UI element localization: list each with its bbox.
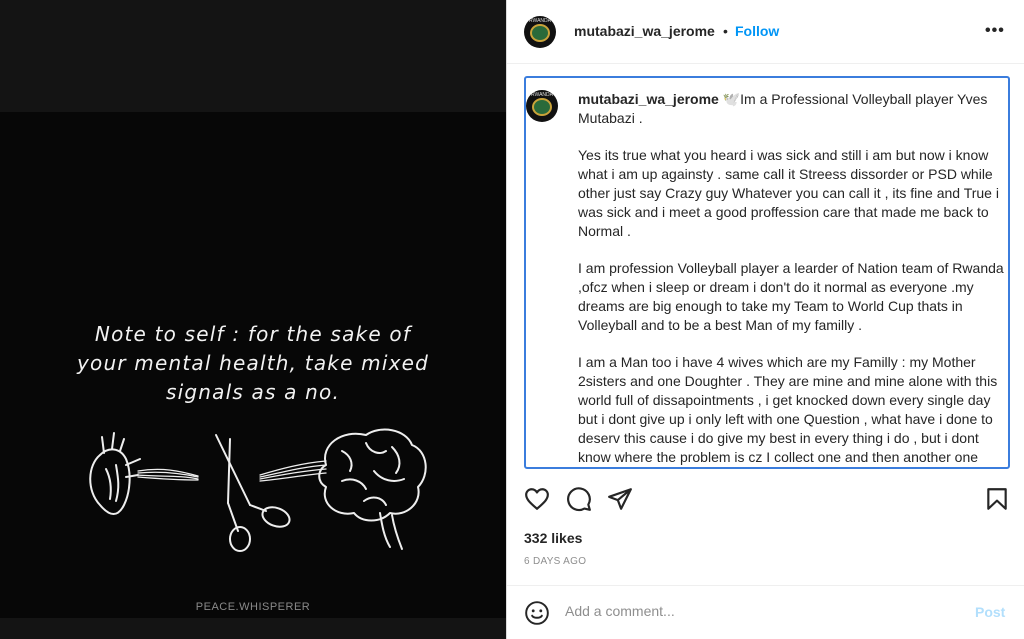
caption-paragraph: mutabazi_wa_jerome 🕊️Im a Professional V…: [578, 90, 1008, 128]
caption-paragraph: I am profession Volleyball player a lear…: [578, 260, 1004, 333]
follow-button[interactable]: Follow: [735, 23, 779, 39]
share-icon[interactable]: [607, 486, 633, 512]
caption-scroll-area[interactable]: RWANDA mutabazi_wa_jerome 🕊️Im a Profess…: [524, 76, 1010, 469]
watermark: PEACE.WHISPERER: [195, 601, 311, 613]
post-modal: Note to self : for the sake of your ment…: [0, 0, 1024, 639]
likes-count[interactable]: 332 likes: [524, 530, 582, 546]
post-header: RWANDA mutabazi_wa_jerome • Follow •••: [507, 0, 1024, 64]
caption-paragraph: Yes its true what you heard i was sick a…: [578, 147, 999, 239]
action-bar: [507, 478, 1024, 520]
more-options-icon[interactable]: •••: [985, 22, 1005, 40]
header-username[interactable]: mutabazi_wa_jerome: [574, 23, 715, 39]
caption-text: mutabazi_wa_jerome 🕊️Im a Professional V…: [578, 90, 1008, 467]
brain-threads: [259, 460, 327, 482]
avatar-emblem: [530, 24, 550, 42]
caption-username[interactable]: mutabazi_wa_jerome: [578, 91, 719, 107]
quote-line: your mental health, take mixed: [76, 351, 430, 375]
comment-icon[interactable]: [566, 486, 592, 512]
media-letterbox-bottom: [0, 618, 506, 639]
quote-text: Note to self : for the sake of your ment…: [0, 320, 506, 407]
comment-bar: Post: [507, 585, 1024, 639]
post-panel: RWANDA mutabazi_wa_jerome • Follow ••• R…: [506, 0, 1024, 639]
separator-dot: •: [723, 23, 728, 39]
anatomical-heart-icon: [89, 432, 141, 515]
quote-line: signals as a no.: [165, 380, 341, 404]
heart-icon[interactable]: [524, 486, 550, 512]
quote-line: Note to self : for the sake of: [94, 322, 412, 346]
bookmark-icon[interactable]: [984, 486, 1010, 512]
post-timestamp[interactable]: 6 DAYS AGO: [524, 556, 586, 567]
scissors-icon: [215, 434, 291, 552]
post-comment-button[interactable]: Post: [975, 604, 1005, 620]
comment-input[interactable]: [565, 603, 955, 619]
brain-icon: [318, 428, 427, 550]
dove-emoji: 🕊️: [722, 91, 741, 107]
caption-avatar[interactable]: RWANDA: [526, 90, 558, 122]
heart-threads: [137, 468, 199, 481]
caption-paragraph: I am a Man too i have 4 wives which are …: [578, 354, 998, 465]
emoji-icon[interactable]: [524, 600, 550, 626]
avatar-emblem: [532, 98, 552, 116]
heart-scissors-brain-illustration: [89, 428, 427, 552]
post-media: Note to self : for the sake of your ment…: [0, 0, 506, 639]
avatar[interactable]: RWANDA: [524, 16, 556, 48]
media-letterbox-top: [0, 0, 506, 112]
